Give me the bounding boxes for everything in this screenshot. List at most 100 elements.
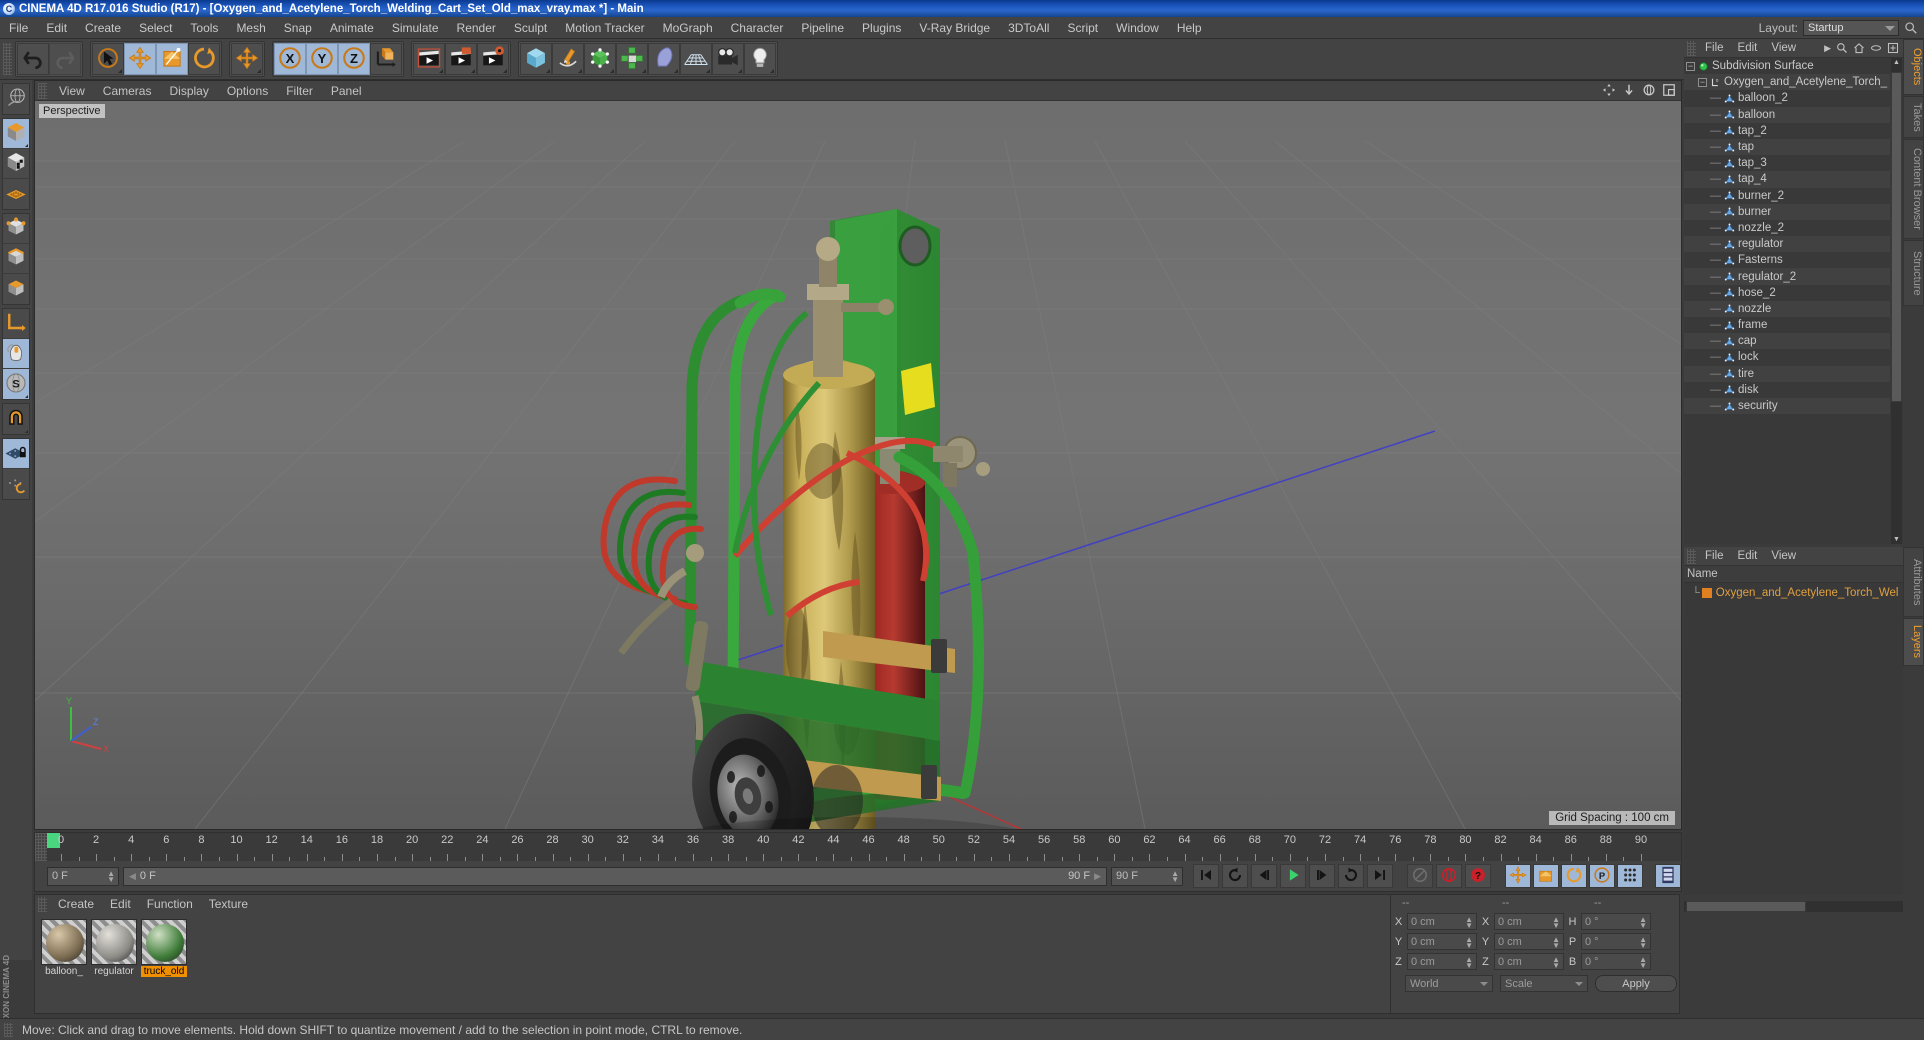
viewport-menu-item-panel[interactable]: Panel <box>322 82 371 100</box>
flyout-corner-icon[interactable] <box>118 69 122 73</box>
viewport-solo-button[interactable] <box>3 339 29 369</box>
record-active-objects-button[interactable] <box>1436 864 1462 888</box>
cube-primitive-button[interactable] <box>520 43 552 75</box>
tab-attributes[interactable]: Attributes <box>1903 547 1924 617</box>
flyout-corner-icon[interactable] <box>610 69 614 73</box>
menu-item-sculpt[interactable]: Sculpt <box>505 18 556 38</box>
material-menu-item-texture[interactable]: Texture <box>201 896 256 913</box>
menu-item-pipeline[interactable]: Pipeline <box>792 18 853 38</box>
tab-content-browser[interactable]: Content Browser <box>1903 139 1924 239</box>
axis-x-button[interactable]: X <box>274 43 306 75</box>
timeline-button[interactable] <box>1655 864 1681 888</box>
layer-manager-grip-handle[interactable] <box>1687 548 1696 564</box>
undo-world-axis-button[interactable] <box>3 84 29 114</box>
camera-button[interactable] <box>712 43 744 75</box>
coordinate-size-field[interactable]: 0 cm ▲ ▼ <box>1494 953 1564 970</box>
viewport-grip-handle[interactable] <box>38 82 47 99</box>
select-live-button[interactable] <box>92 43 124 75</box>
search-icon[interactable] <box>1836 42 1848 54</box>
coordinate-size-field[interactable]: 0 cm ▲ ▼ <box>1494 913 1564 930</box>
preview-left-arrow-icon[interactable]: ◀ <box>129 871 136 882</box>
light-button[interactable] <box>744 43 776 75</box>
end-frame-field[interactable]: 90 F ▲ ▼ <box>1111 866 1183 886</box>
spinner-icon[interactable]: ▲ ▼ <box>1465 936 1473 950</box>
flyout-corner-icon[interactable] <box>439 69 443 73</box>
axis-z-button[interactable]: Z <box>338 43 370 75</box>
material-grip-handle[interactable] <box>38 897 47 912</box>
timeline-ruler[interactable]: 0 2 4 6 8 10 12 14 16 18 20 22 24 26 28 30 32 34 36 38 40 42 4… <box>47 833 1681 861</box>
object-tree-row[interactable]: — burner <box>1684 203 1890 220</box>
home-icon[interactable] <box>1853 42 1865 54</box>
tree-expander-icon[interactable]: − <box>1686 61 1695 71</box>
spinner-icon[interactable]: ▲ ▼ <box>107 869 115 883</box>
object-manager-grip-handle[interactable] <box>1687 40 1696 56</box>
render-picture-viewer-button[interactable] <box>445 43 477 75</box>
object-menu-item-view[interactable]: View <box>1764 40 1803 57</box>
step-back-button[interactable] <box>1251 864 1277 888</box>
redo-button[interactable] <box>49 43 81 75</box>
object-tree-row[interactable]: — regulator_2 <box>1684 268 1890 285</box>
material-menu-item-function[interactable]: Function <box>139 896 201 913</box>
object-tree-row[interactable]: — nozzle_2 <box>1684 220 1890 236</box>
object-tree-row[interactable]: — cap <box>1684 333 1890 350</box>
make-editable-button[interactable] <box>3 119 29 149</box>
coordinate-position-field[interactable]: 0 cm ▲ ▼ <box>1407 933 1477 950</box>
edges-mode-button[interactable] <box>3 244 29 274</box>
material-swatch-area[interactable]: balloon_ regulator truck_old <box>35 914 1415 977</box>
object-menu-item-file[interactable]: File <box>1698 40 1731 57</box>
layout-dropdown[interactable]: Startup <box>1803 19 1899 36</box>
undo-button[interactable] <box>17 43 49 75</box>
tree-expander-icon[interactable]: − <box>1698 77 1707 87</box>
object-tree-row[interactable]: − 0 Oxygen_and_Acetylene_Torch_ <box>1684 74 1890 91</box>
menu-item-simulate[interactable]: Simulate <box>383 18 448 38</box>
scene-floor-button[interactable] <box>680 43 712 75</box>
menu-item-character[interactable]: Character <box>722 18 793 38</box>
viewport-rotate-icon[interactable] <box>1642 83 1656 97</box>
world-coord-button[interactable] <box>370 43 402 75</box>
tab-objects[interactable]: Objects <box>1903 39 1924 95</box>
menu-item-plugins[interactable]: Plugins <box>853 18 910 38</box>
right-dock-hscroll-thumb[interactable] <box>1686 901 1806 912</box>
object-tree-list[interactable]: − Subdivision Surface −0 Oxygen_and_Acetyle… <box>1684 58 1903 544</box>
menu-item-motion-tracker[interactable]: Motion Tracker <box>556 18 653 38</box>
spinner-icon[interactable]: ▲ ▼ <box>1465 956 1473 970</box>
layer-row[interactable]: └ Oxygen_and_Acetylene_Torch_Wel <box>1684 585 1903 601</box>
preview-range-bar[interactable]: ◀ 0 F 90 F ▶ <box>123 866 1107 886</box>
workplane-lock-button[interactable] <box>3 439 29 469</box>
spinner-icon[interactable]: ▲ ▼ <box>1552 936 1560 950</box>
model-mode-button[interactable] <box>3 149 29 179</box>
object-tree-row[interactable]: — nozzle <box>1684 300 1890 317</box>
object-tree-row[interactable]: — tap_4 <box>1684 171 1890 188</box>
spinner-icon[interactable]: ▲ ▼ <box>1639 956 1647 970</box>
coordinate-mode-dropdown[interactable]: Scale <box>1500 975 1588 992</box>
menu-item-animate[interactable]: Animate <box>321 18 383 38</box>
object-tree-row[interactable]: — regulator <box>1684 236 1890 253</box>
flyout-corner-icon[interactable] <box>738 69 742 73</box>
object-tree-row[interactable]: — Fasterns <box>1684 252 1890 268</box>
spinner-icon[interactable]: ▲ ▼ <box>1171 869 1179 883</box>
object-tree-row[interactable]: — tap <box>1684 138 1890 156</box>
menu-item-snap[interactable]: Snap <box>275 18 321 38</box>
polygons-mode-button[interactable] <box>3 274 29 304</box>
object-tree-row[interactable]: — tire <box>1684 365 1890 382</box>
flyout-corner-icon[interactable] <box>674 69 678 73</box>
material-menu-item-edit[interactable]: Edit <box>102 896 139 913</box>
spinner-icon[interactable]: ▲ ▼ <box>1639 936 1647 950</box>
object-tree-row[interactable]: — frame <box>1684 317 1890 333</box>
toolbar-grip-handle[interactable] <box>3 43 12 75</box>
render-settings-button[interactable] <box>477 43 509 75</box>
coordinate-position-field[interactable]: 0 cm ▲ ▼ <box>1407 913 1477 930</box>
spinner-icon[interactable]: ▲ ▼ <box>1639 916 1647 930</box>
ellipse-icon[interactable] <box>1870 42 1882 54</box>
viewport-menu-item-filter[interactable]: Filter <box>277 82 322 100</box>
axis-y-button[interactable]: Y <box>306 43 338 75</box>
coordinate-size-field[interactable]: 0 cm ▲ ▼ <box>1494 933 1564 950</box>
play-backward-loop-button[interactable] <box>1222 864 1248 888</box>
render-view-button[interactable] <box>413 43 445 75</box>
tab-layers[interactable]: Layers <box>1903 618 1924 666</box>
scroll-up-arrow-icon[interactable]: ▲ <box>1893 59 1900 66</box>
viewport-menu-item-view[interactable]: View <box>50 82 94 100</box>
flyout-corner-icon[interactable] <box>471 69 475 73</box>
coordinate-system-dropdown[interactable]: World <box>1405 975 1493 992</box>
go-to-end-button[interactable] <box>1367 864 1393 888</box>
